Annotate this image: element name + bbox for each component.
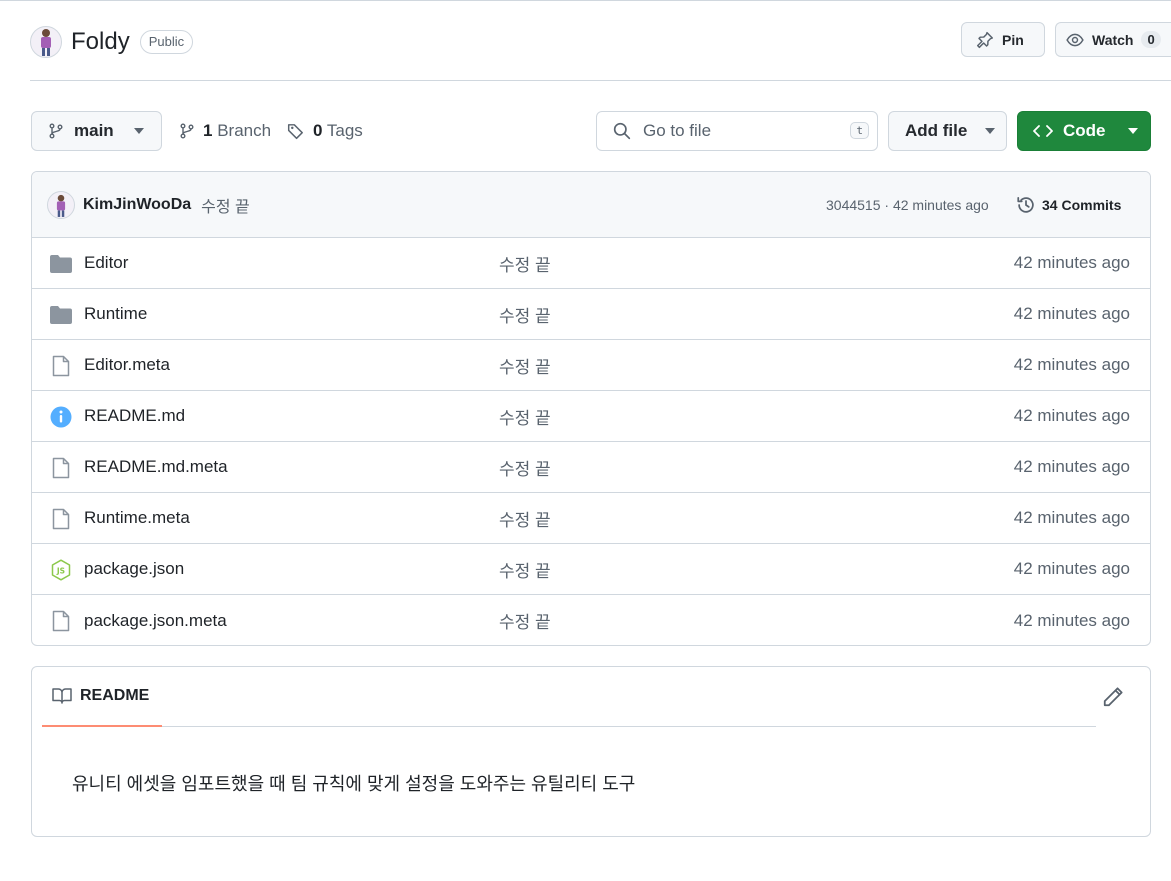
- tags-link[interactable]: 0 Tags: [287, 111, 363, 151]
- file-row[interactable]: Runtime 수정 끝 42 minutes ago: [32, 289, 1150, 340]
- repo-header: Foldy Public: [30, 22, 194, 62]
- keyboard-shortcut-hint: t: [850, 122, 869, 139]
- watch-count: 0: [1141, 31, 1161, 48]
- commit-message[interactable]: 수정 끝: [201, 193, 250, 217]
- file-row[interactable]: Runtime.meta 수정 끝 42 minutes ago: [32, 493, 1150, 544]
- add-file-label: Add file: [905, 121, 968, 140]
- file-commit-time: 42 minutes ago: [1013, 457, 1130, 476]
- repo-name[interactable]: Foldy: [71, 28, 130, 56]
- pin-icon: [976, 31, 994, 48]
- branch-icon: [180, 123, 194, 139]
- branch-label: Branch: [217, 121, 272, 140]
- chevron-down-icon: [1127, 128, 1138, 134]
- file-commit-time: 42 minutes ago: [1013, 304, 1130, 323]
- info-icon: [50, 406, 72, 428]
- commits-history-link[interactable]: 34 Commits: [1016, 172, 1121, 238]
- readme-header: README: [42, 667, 1096, 727]
- file-name[interactable]: Runtime.meta: [84, 508, 190, 528]
- commit-author[interactable]: KimJinWooDa: [83, 196, 191, 214]
- file-name[interactable]: Editor: [84, 253, 128, 273]
- go-to-file-search[interactable]: t: [596, 111, 878, 151]
- chevron-down-icon: [133, 128, 144, 134]
- file-row[interactable]: README.md 수정 끝 42 minutes ago: [32, 391, 1150, 442]
- readme-tab-label: README: [80, 687, 150, 704]
- file-commit-time: 42 minutes ago: [1013, 610, 1130, 630]
- top-border: [0, 0, 1171, 1]
- file-commit-time: 42 minutes ago: [1013, 355, 1130, 374]
- owner-avatar[interactable]: [30, 26, 62, 58]
- file-name[interactable]: package.json: [84, 559, 184, 579]
- file-name[interactable]: Editor.meta: [84, 355, 170, 375]
- watch-label: Watch: [1092, 31, 1134, 48]
- branch-name: main: [74, 121, 114, 140]
- history-icon: [1017, 197, 1034, 213]
- repo-toolbar: main 1 Branch 0 Tags t Add file Code: [31, 111, 1151, 151]
- file-commit-message[interactable]: 수정 끝: [499, 251, 551, 276]
- eye-icon: [1066, 33, 1084, 46]
- file-row[interactable]: Editor 수정 끝 42 minutes ago: [32, 238, 1150, 289]
- file-icon: [50, 610, 72, 632]
- pin-button[interactable]: Pin: [961, 22, 1045, 57]
- readme-content: 유니티 에셋을 임포트했을 때 팀 규칙에 맞게 설정을 도와주는 유틸리티 도…: [72, 774, 636, 794]
- file-commit-message[interactable]: 수정 끝: [499, 302, 551, 327]
- book-icon: [52, 688, 72, 704]
- pencil-icon[interactable]: [1102, 686, 1124, 708]
- file-commit-message[interactable]: 수정 끝: [499, 506, 551, 531]
- tag-count: 0: [313, 121, 323, 140]
- watch-button[interactable]: Watch 0: [1055, 22, 1171, 57]
- commit-hash-time[interactable]: 3044515 · 42 minutes ago: [826, 172, 989, 238]
- file-commit-message[interactable]: 수정 끝: [499, 353, 551, 378]
- search-icon: [613, 122, 631, 140]
- latest-commit-bar: KimJinWooDa 수정 끝 3044515 · 42 minutes ag…: [32, 172, 1150, 238]
- file-commit-message[interactable]: 수정 끝: [499, 404, 551, 429]
- file-commit-message[interactable]: 수정 끝: [499, 608, 551, 633]
- file-list: KimJinWooDa 수정 끝 3044515 · 42 minutes ag…: [31, 171, 1151, 646]
- file-name[interactable]: package.json.meta: [84, 611, 227, 631]
- commits-count-label: 34 Commits: [1042, 197, 1122, 213]
- file-commit-message[interactable]: 수정 끝: [499, 557, 551, 582]
- commit-author-avatar[interactable]: [47, 190, 75, 219]
- file-row[interactable]: package.json.meta 수정 끝 42 minutes ago: [32, 595, 1150, 645]
- header-divider: [30, 80, 1171, 81]
- file-icon: [50, 508, 72, 530]
- file-commit-message[interactable]: 수정 끝: [499, 455, 551, 480]
- file-row[interactable]: README.md.meta 수정 끝 42 minutes ago: [32, 442, 1150, 493]
- code-button[interactable]: Code: [1017, 111, 1151, 151]
- file-name[interactable]: Runtime: [84, 304, 147, 324]
- branch-icon: [49, 123, 63, 139]
- tag-label: Tags: [326, 121, 363, 140]
- add-file-button[interactable]: Add file: [888, 111, 1007, 151]
- avatar-figure-icon: [41, 29, 51, 56]
- chevron-down-icon: [985, 128, 996, 134]
- file-commit-time: 42 minutes ago: [1013, 508, 1130, 527]
- file-commit-time: 42 minutes ago: [1013, 559, 1130, 578]
- branch-selector[interactable]: main: [31, 111, 162, 151]
- tag-icon: [287, 124, 303, 140]
- svg-text:JS: JS: [56, 567, 65, 576]
- branch-count: 1: [203, 121, 213, 140]
- file-row[interactable]: Editor.meta 수정 끝 42 minutes ago: [32, 340, 1150, 391]
- readme-panel: README 유니티 에셋을 임포트했을 때 팀 규칙에 맞게 설정을 도와주는…: [31, 666, 1151, 837]
- go-to-file-input[interactable]: [643, 121, 833, 141]
- code-icon: [1033, 125, 1053, 137]
- folder-icon: [50, 304, 72, 326]
- nodejs-icon: JS: [50, 559, 72, 581]
- file-name[interactable]: README.md.meta: [84, 457, 228, 477]
- file-icon: [50, 355, 72, 377]
- folder-icon: [50, 253, 72, 275]
- pin-label: Pin: [1002, 31, 1024, 48]
- code-label: Code: [1063, 121, 1106, 140]
- file-commit-time: 42 minutes ago: [1013, 406, 1130, 425]
- repo-actions: Pin Watch 0: [961, 22, 1171, 57]
- branches-link[interactable]: 1 Branch: [179, 111, 271, 151]
- visibility-badge: Public: [139, 30, 194, 54]
- file-icon: [50, 457, 72, 479]
- file-commit-time: 42 minutes ago: [1013, 253, 1130, 272]
- file-row[interactable]: JS package.json 수정 끝 42 minutes ago: [32, 544, 1150, 595]
- file-name[interactable]: README.md: [84, 406, 185, 426]
- readme-tab[interactable]: README: [42, 667, 162, 727]
- avatar-figure-icon: [56, 194, 66, 217]
